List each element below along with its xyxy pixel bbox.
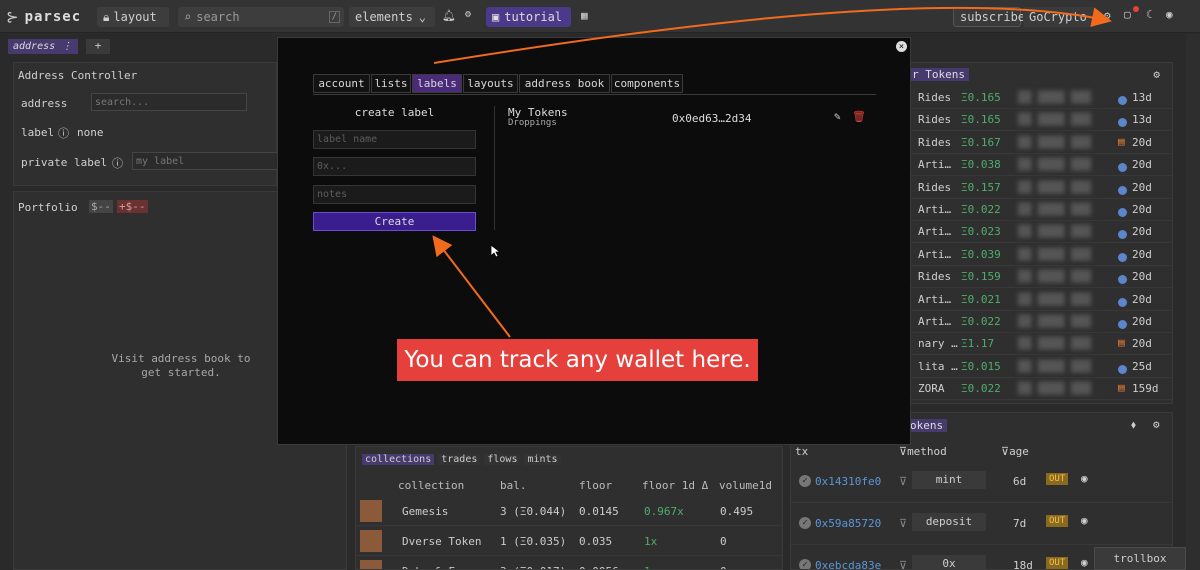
tutorial-callout: You can track any wallet here. (397, 339, 758, 381)
arrow-to-settings (433, 6, 1112, 64)
annotation-arrows (432, 6, 1112, 338)
arrow-to-create (432, 235, 511, 338)
